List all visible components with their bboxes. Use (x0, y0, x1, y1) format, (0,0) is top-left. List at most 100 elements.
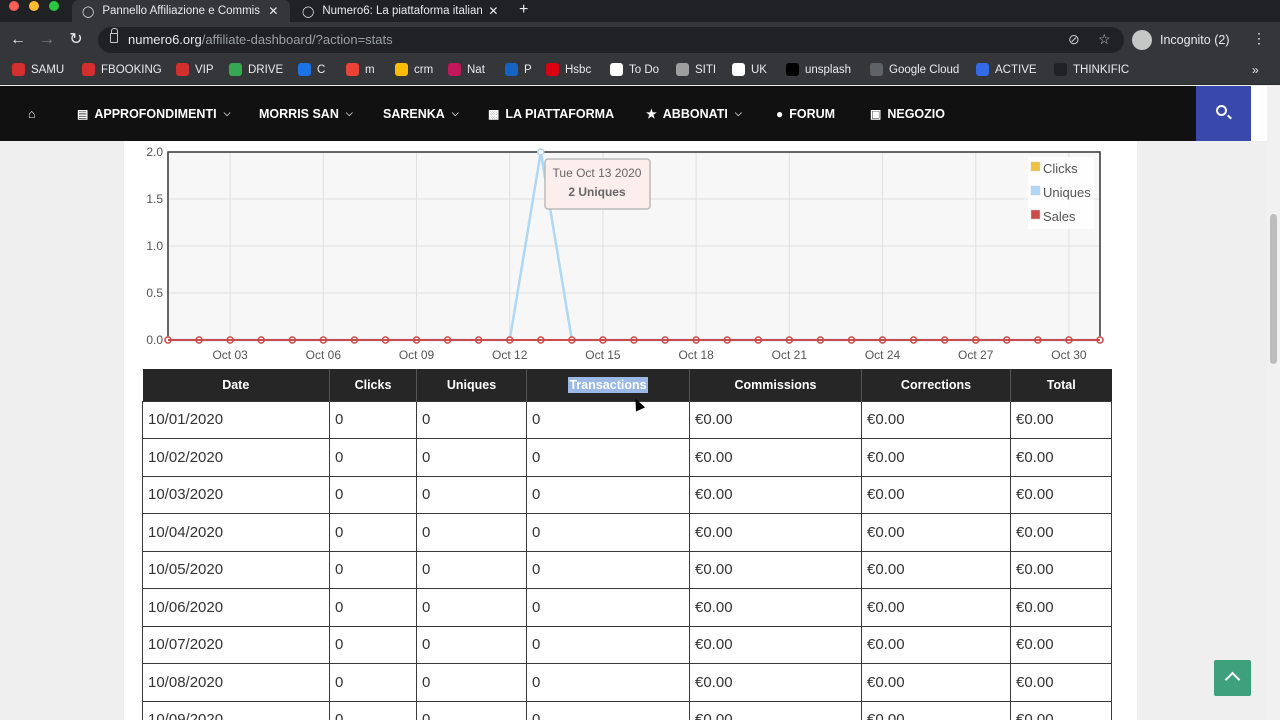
close-tab-icon[interactable]: ✕ (488, 4, 498, 18)
table-cell: 0 (526, 513, 690, 552)
book-icon: ▩ (488, 106, 500, 121)
table-cell: €0.00 (689, 588, 862, 627)
y-tick-label: 0.5 (146, 286, 163, 300)
address-bar[interactable]: numero6.org/affiliate-dashboard/?action=… (98, 27, 1124, 53)
table-cell: 0 (526, 438, 690, 477)
bookmark-favicon-icon (870, 63, 883, 76)
bookmark-p[interactable]: P (505, 63, 532, 76)
eye-off-icon[interactable]: ⊘ (1068, 31, 1080, 48)
profile-button[interactable]: Incognito (2) (1132, 30, 1229, 50)
legend-swatch (1030, 185, 1041, 196)
column-header-total[interactable]: Total (1010, 369, 1112, 401)
bookmark-samu[interactable]: SAMU (12, 63, 64, 76)
x-tick-label: Oct 27 (958, 348, 994, 362)
bookmark-unsplash[interactable]: unsplash (786, 63, 851, 76)
column-header-corrections[interactable]: Corrections (861, 369, 1011, 401)
document-icon: ▤ (77, 106, 89, 121)
y-tick-label: 1.5 (146, 192, 163, 206)
star-bookmark-icon[interactable]: ☆ (1098, 31, 1111, 48)
bookmark-label: Nat (467, 63, 485, 76)
column-header-uniques[interactable]: Uniques (416, 369, 527, 401)
column-header-clicks[interactable]: Clicks (329, 369, 417, 401)
bookmark-fbooking[interactable]: FBOOKING (82, 63, 162, 76)
browser-tab[interactable]: ◯ Numero6: La piattaforma italian ✕ (292, 0, 510, 22)
bookmark-active[interactable]: ACTIVE (976, 63, 1037, 76)
table-row: 10/07/2020 0 0 0 €0.00 €0.00 €0.00 (142, 625, 1112, 664)
table-cell: €0.00 (861, 550, 1011, 589)
table-cell: €0.00 (689, 475, 862, 514)
bookmark-google-cloud[interactable]: Google Cloud (870, 63, 959, 76)
table-cell: €0.00 (1010, 438, 1112, 477)
table-cell: 0 (416, 588, 527, 627)
search-icon (1216, 105, 1227, 116)
table-cell: €0.00 (689, 438, 862, 477)
new-tab-plus-icon[interactable]: + (519, 0, 528, 20)
bookmark-nat[interactable]: Nat (448, 63, 485, 76)
bookmark-label: THINKIFIC (1073, 63, 1130, 76)
nav-item-approfondimenti[interactable]: ▤ APPROFONDIMENTI ⌵ (77, 86, 230, 141)
bookmark-drive[interactable]: DRIVE (229, 63, 283, 76)
bookmark-favicon-icon (346, 63, 359, 76)
reload-icon[interactable]: ↻ (65, 29, 87, 51)
bookmark-label: ACTIVE (995, 63, 1037, 76)
table-cell: 0 (416, 400, 527, 439)
browser-tab-active[interactable]: ◯ Pannello Affiliazione e Commis ✕ (72, 0, 290, 22)
bookmark-favicon-icon (229, 63, 242, 76)
bookmark-favicon-icon (976, 63, 989, 76)
bookmark-siti[interactable]: SITI (676, 63, 716, 76)
bookmark-favicon-icon (732, 63, 745, 76)
close-window-button[interactable] (9, 1, 19, 11)
bookmark-hsbc[interactable]: Hsbc (546, 63, 591, 76)
back-to-top-button[interactable] (1214, 660, 1251, 696)
x-tick-label: Oct 12 (492, 348, 528, 362)
nav-item-sarenka[interactable]: SARENKA ⌵ (383, 86, 459, 141)
table-cell: 0 (526, 700, 690, 720)
nav-item-forum[interactable]: ● FORUM (776, 86, 835, 141)
minimize-window-button[interactable] (29, 1, 39, 11)
bookmark-favicon-icon (1054, 63, 1067, 76)
column-header-transactions[interactable]: Transactions (526, 369, 690, 401)
table-cell: €0.00 (861, 475, 1011, 514)
table-row: 10/05/2020 0 0 0 €0.00 €0.00 €0.00 (142, 550, 1112, 589)
table-cell: €0.00 (861, 438, 1011, 477)
url-text[interactable]: numero6.org/affiliate-dashboard/?action=… (128, 32, 393, 47)
bookmark-crm[interactable]: crm (395, 63, 433, 76)
column-header-date[interactable]: Date (142, 369, 330, 401)
close-tab-icon[interactable]: ✕ (268, 4, 278, 18)
table-cell: 0 (526, 663, 690, 702)
x-tick-label: Oct 15 (585, 348, 621, 362)
nav-item-la-piattaforma[interactable]: ▩ LA PIATTAFORMA (488, 86, 614, 141)
maximize-window-button[interactable] (49, 1, 59, 11)
bookmark-thinkific[interactable]: THINKIFIC (1054, 63, 1129, 76)
nav-item-morris-san[interactable]: MORRIS SAN ⌵ (259, 86, 353, 141)
more-menu-icon[interactable]: ⋮ (1252, 30, 1266, 47)
lock-icon[interactable] (110, 28, 118, 43)
table-cell: 0 (416, 438, 527, 477)
tooltip-value: 2 Uniques (568, 185, 626, 199)
home-icon[interactable]: ⌂ (28, 86, 36, 141)
column-header-commissions[interactable]: Commissions (689, 369, 862, 401)
table-cell: €0.00 (1010, 513, 1112, 552)
search-button[interactable] (1196, 86, 1251, 141)
nav-item-abbonati[interactable]: ★ ABBONATI ⌵ (646, 86, 742, 141)
back-arrow-icon[interactable]: ← (7, 29, 29, 51)
forward-arrow-icon[interactable]: → (36, 29, 58, 51)
bookmark-vip[interactable]: VIP (176, 63, 214, 76)
table-row: 10/04/2020 0 0 0 €0.00 €0.00 €0.00 (142, 513, 1112, 552)
table-cell: 10/01/2020 (142, 400, 330, 439)
table-cell: 10/05/2020 (142, 550, 330, 589)
bookmark-m[interactable]: m (346, 63, 375, 76)
bookmark-c[interactable]: C (298, 63, 325, 76)
table-cell: €0.00 (1010, 588, 1112, 627)
bookmarks-overflow-icon[interactable]: » (1252, 63, 1259, 77)
nav-item-negozio[interactable]: ▣ NEGOZIO (870, 86, 945, 141)
bookmark-favicon-icon (395, 63, 408, 76)
bookmark-label: FBOOKING (101, 63, 162, 76)
table-cell: 10/09/2020 (142, 700, 330, 720)
bookmark-uk[interactable]: UK (732, 63, 767, 76)
x-tick-label: Oct 06 (306, 348, 342, 362)
bookmark-to-do[interactable]: To Do (610, 63, 659, 76)
table-cell: 0 (329, 400, 417, 439)
table-cell: 10/03/2020 (142, 475, 330, 514)
table-cell: 0 (526, 475, 690, 514)
